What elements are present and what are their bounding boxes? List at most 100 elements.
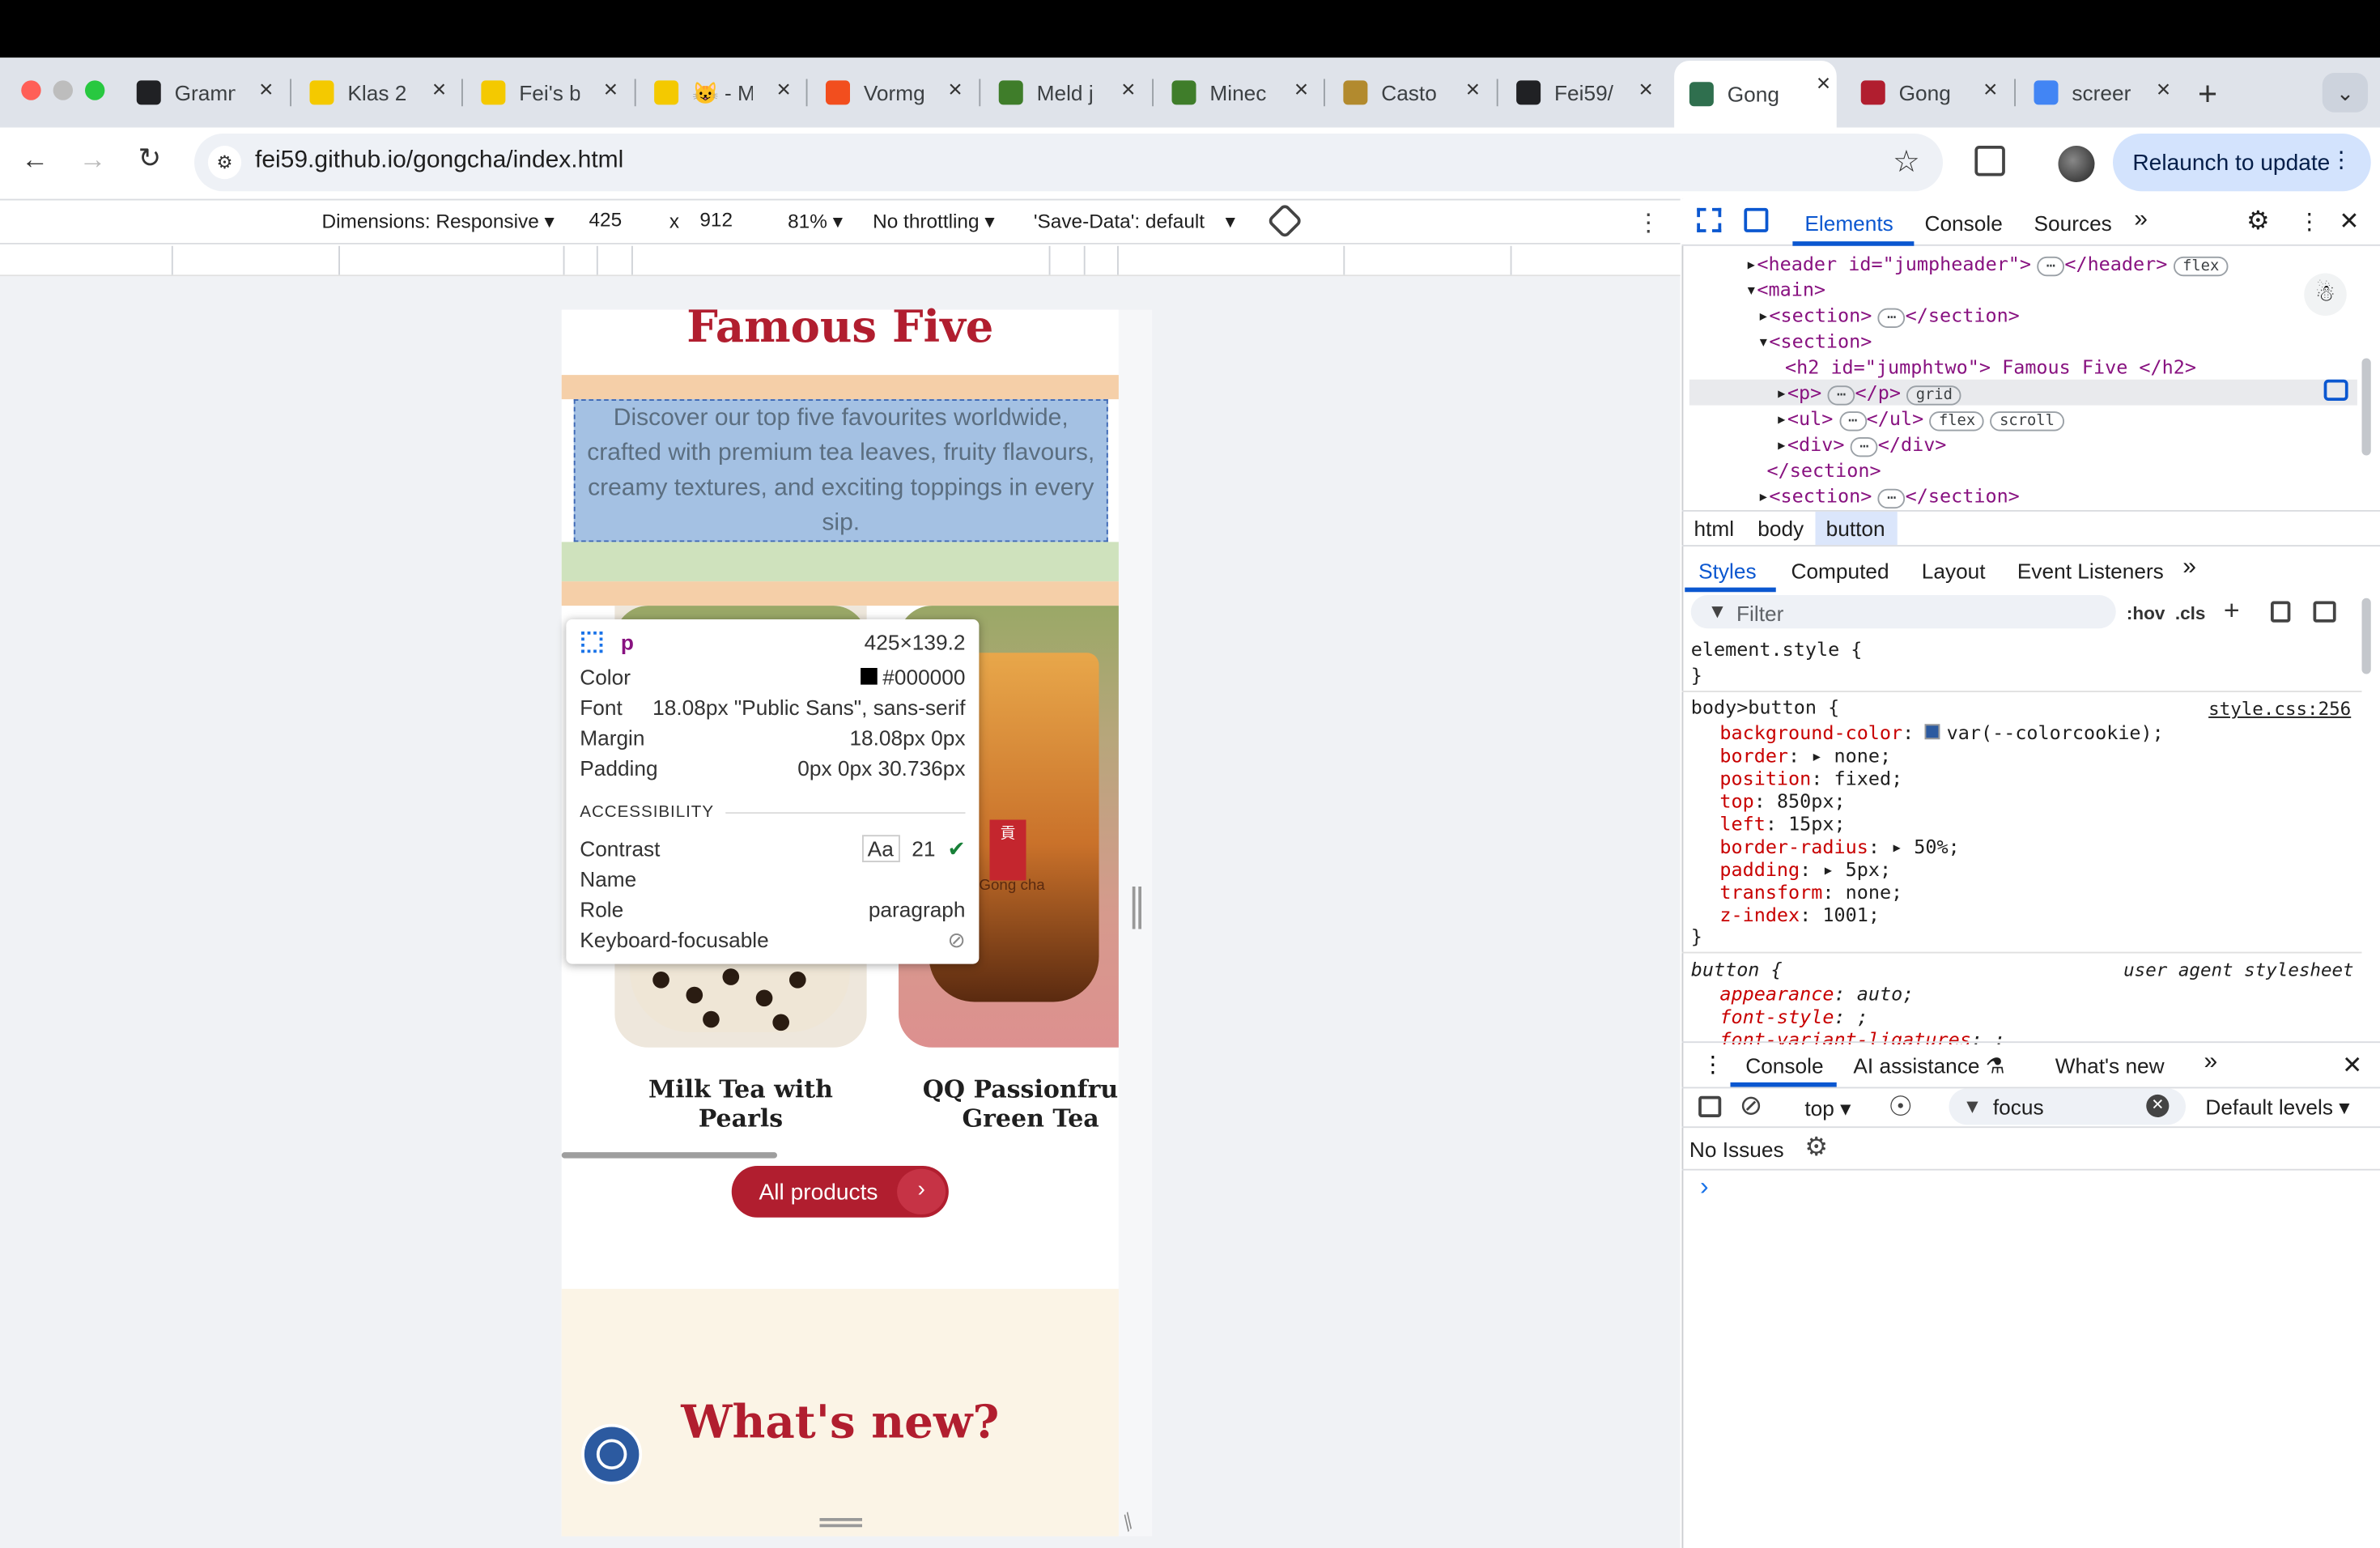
drawer-tab-console[interactable]: Console (1745, 1053, 1823, 1078)
breadcrumb-html[interactable]: html (1694, 517, 1735, 541)
css-declaration[interactable]: transform: none; (1719, 881, 1902, 904)
css-declaration[interactable]: border: ▸ none; (1719, 744, 1891, 767)
css-declaration[interactable]: background-color: var(--colorcookie); (1719, 721, 2163, 744)
console-prompt[interactable]: › (1700, 1172, 1709, 1203)
sidebar-toggle-icon[interactable] (2313, 601, 2336, 623)
cookie-settings-button[interactable] (581, 1423, 643, 1485)
close-tab-icon[interactable]: × (1466, 78, 1481, 105)
close-tab-icon[interactable]: × (604, 78, 618, 105)
rule-source-link[interactable]: style.css:256 (2208, 699, 2351, 720)
forward-arrow-icon[interactable]: → (79, 144, 107, 176)
browser-tab[interactable]: Meld j × (984, 67, 1141, 119)
browser-tab[interactable]: Vormg × (810, 67, 968, 119)
close-tab-icon[interactable]: × (2157, 78, 2171, 105)
tab-console[interactable]: Console (1925, 211, 2003, 236)
drawer-tab-whats-new[interactable]: What's new (2055, 1053, 2165, 1078)
resize-height-handle[interactable] (819, 1518, 862, 1528)
height-input[interactable]: 912 (691, 205, 772, 238)
zoom-window-button[interactable] (85, 80, 105, 100)
browser-tab[interactable]: Gong × (1846, 67, 2004, 119)
extensions-puzzle-icon[interactable] (1974, 146, 2005, 176)
more-tabs-icon[interactable]: » (2134, 206, 2148, 234)
tab-elements[interactable]: Elements (1804, 211, 1893, 236)
new-tab-button[interactable]: + (2198, 74, 2217, 114)
zoom-dropdown[interactable]: 81% ▾ (788, 210, 843, 234)
new-rule-plus-icon[interactable]: + (2224, 595, 2240, 627)
bookmark-star-icon[interactable]: ☆ (1893, 142, 1920, 181)
browser-tab[interactable]: Casto × (1328, 67, 1486, 119)
console-sidebar-icon[interactable] (1698, 1095, 1722, 1117)
css-declaration[interactable]: padding: ▸ 5px; (1719, 857, 1891, 880)
device-toggle-icon[interactable] (1744, 207, 1769, 232)
drawer-menu-icon[interactable]: ⋮ (1702, 1051, 1724, 1078)
dom-node-section-close[interactable]: </section> (1767, 458, 1881, 481)
url-text[interactable]: fei59.github.io/gongcha/index.html (255, 147, 623, 175)
throttling-dropdown[interactable]: No throttling ▾ (873, 210, 994, 234)
close-tab-icon[interactable]: × (432, 78, 447, 105)
dom-node-section-open[interactable]: ▾<section> (1757, 330, 1872, 352)
console-settings-gear-icon[interactable]: ⚙ (1804, 1133, 1828, 1163)
back-arrow-icon[interactable]: ← (21, 144, 49, 176)
close-tab-icon[interactable]: × (1294, 78, 1309, 105)
rule-element-style[interactable]: element.style { (1691, 638, 1863, 661)
ua-rule-selector[interactable]: button { (1691, 958, 1783, 980)
ai-explain-icon[interactable] (2323, 379, 2348, 401)
css-declaration[interactable]: border-radius: ▸ 50%; (1719, 835, 1959, 857)
tab-event-listeners[interactable]: Event Listeners (2017, 559, 2164, 583)
drawer-tab-ai-assistance[interactable]: AI assistance ⚗ (1853, 1053, 2004, 1079)
clear-filter-icon[interactable]: ✕ (2146, 1094, 2170, 1117)
more-vert-icon[interactable]: ⋮ (2330, 146, 2352, 173)
site-info-icon[interactable]: ⚙ (207, 146, 242, 180)
dimensions-dropdown[interactable]: Dimensions: Responsive ▾ (322, 210, 555, 234)
dom-node-ul[interactable]: ▸<ul> ⋯ </ul> flex scroll (1776, 407, 2064, 432)
close-tab-icon[interactable]: × (1638, 78, 1653, 105)
tab-computed[interactable]: Computed (1791, 559, 1889, 583)
settings-gear-icon[interactable]: ⚙ (2246, 206, 2270, 237)
browser-tab[interactable]: Gong × (1674, 61, 1837, 128)
breadcrumb-body[interactable]: body (1757, 517, 1804, 541)
dom-node-main[interactable]: ▾<main> (1745, 278, 1825, 300)
more-drawer-tabs-icon[interactable]: » (2204, 1049, 2218, 1077)
css-declaration[interactable]: position: fixed; (1719, 767, 1902, 789)
customize-menu-icon[interactable]: ⋮ (2298, 208, 2321, 236)
browser-tab[interactable]: Klas 2 × (295, 67, 453, 119)
close-devtools-icon[interactable]: ✕ (2339, 206, 2359, 237)
close-tab-icon[interactable]: × (776, 78, 791, 105)
inspect-element-icon[interactable] (1697, 207, 1722, 232)
minimize-window-button[interactable] (53, 80, 73, 100)
device-toolbar-more-icon[interactable]: ⋮ (1636, 208, 1660, 239)
breadcrumb-button[interactable]: button (1826, 517, 1885, 541)
tab-styles[interactable]: Styles (1698, 559, 1756, 583)
css-declaration[interactable]: left: 15px; (1719, 812, 1845, 835)
carousel-scrollbar[interactable] (561, 1152, 777, 1159)
dom-node-section[interactable]: ▸<section> ⋯ </section> (1757, 304, 2020, 328)
width-input[interactable]: 425 (580, 205, 662, 239)
paint-brush-icon[interactable] (2271, 601, 2291, 623)
resize-width-handle[interactable] (1132, 887, 1141, 929)
css-declaration[interactable]: top: 850px; (1719, 789, 1845, 812)
close-tab-icon[interactable]: × (1817, 71, 1831, 99)
close-tab-icon[interactable]: × (1983, 78, 1998, 105)
context-dropdown[interactable]: top ▾ (1804, 1096, 1851, 1122)
styles-scrollbar[interactable] (2361, 598, 2371, 674)
hover-state-toggle[interactable]: :hov (2127, 602, 2165, 623)
dom-node-h2[interactable]: <h2 id="jumphtwo"> Famous Five </h2> (1785, 355, 2196, 378)
browser-tab[interactable]: screer × (2019, 67, 2177, 119)
clear-console-icon[interactable]: ⊘ (1740, 1090, 1762, 1121)
dom-node-section[interactable]: ▸<section> ⋯ </section> (1757, 484, 2020, 509)
tab-search-chevron-icon[interactable]: ⌄ (2322, 73, 2368, 113)
dom-node-div[interactable]: ▸<div> ⋯ </div> (1776, 432, 1946, 457)
close-tab-icon[interactable]: × (259, 78, 274, 105)
browser-tab[interactable]: Fei's b × (466, 67, 624, 119)
browser-tab[interactable]: Minec × (1157, 67, 1315, 119)
more-panels-icon[interactable]: » (2182, 554, 2196, 581)
close-drawer-icon[interactable]: ✕ (2342, 1051, 2362, 1082)
tab-layout[interactable]: Layout (1922, 559, 1986, 583)
color-swatch[interactable] (1925, 724, 1941, 740)
log-levels-dropdown[interactable]: Default levels ▾ (2205, 1095, 2349, 1121)
dom-scrollbar[interactable] (2361, 358, 2371, 456)
avatar[interactable] (2058, 146, 2095, 182)
browser-tab[interactable]: Gramm × (121, 67, 279, 119)
browser-tab[interactable]: 😺 - M × (639, 67, 797, 119)
live-expression-eye-icon[interactable]: ☉ (1889, 1091, 1913, 1123)
